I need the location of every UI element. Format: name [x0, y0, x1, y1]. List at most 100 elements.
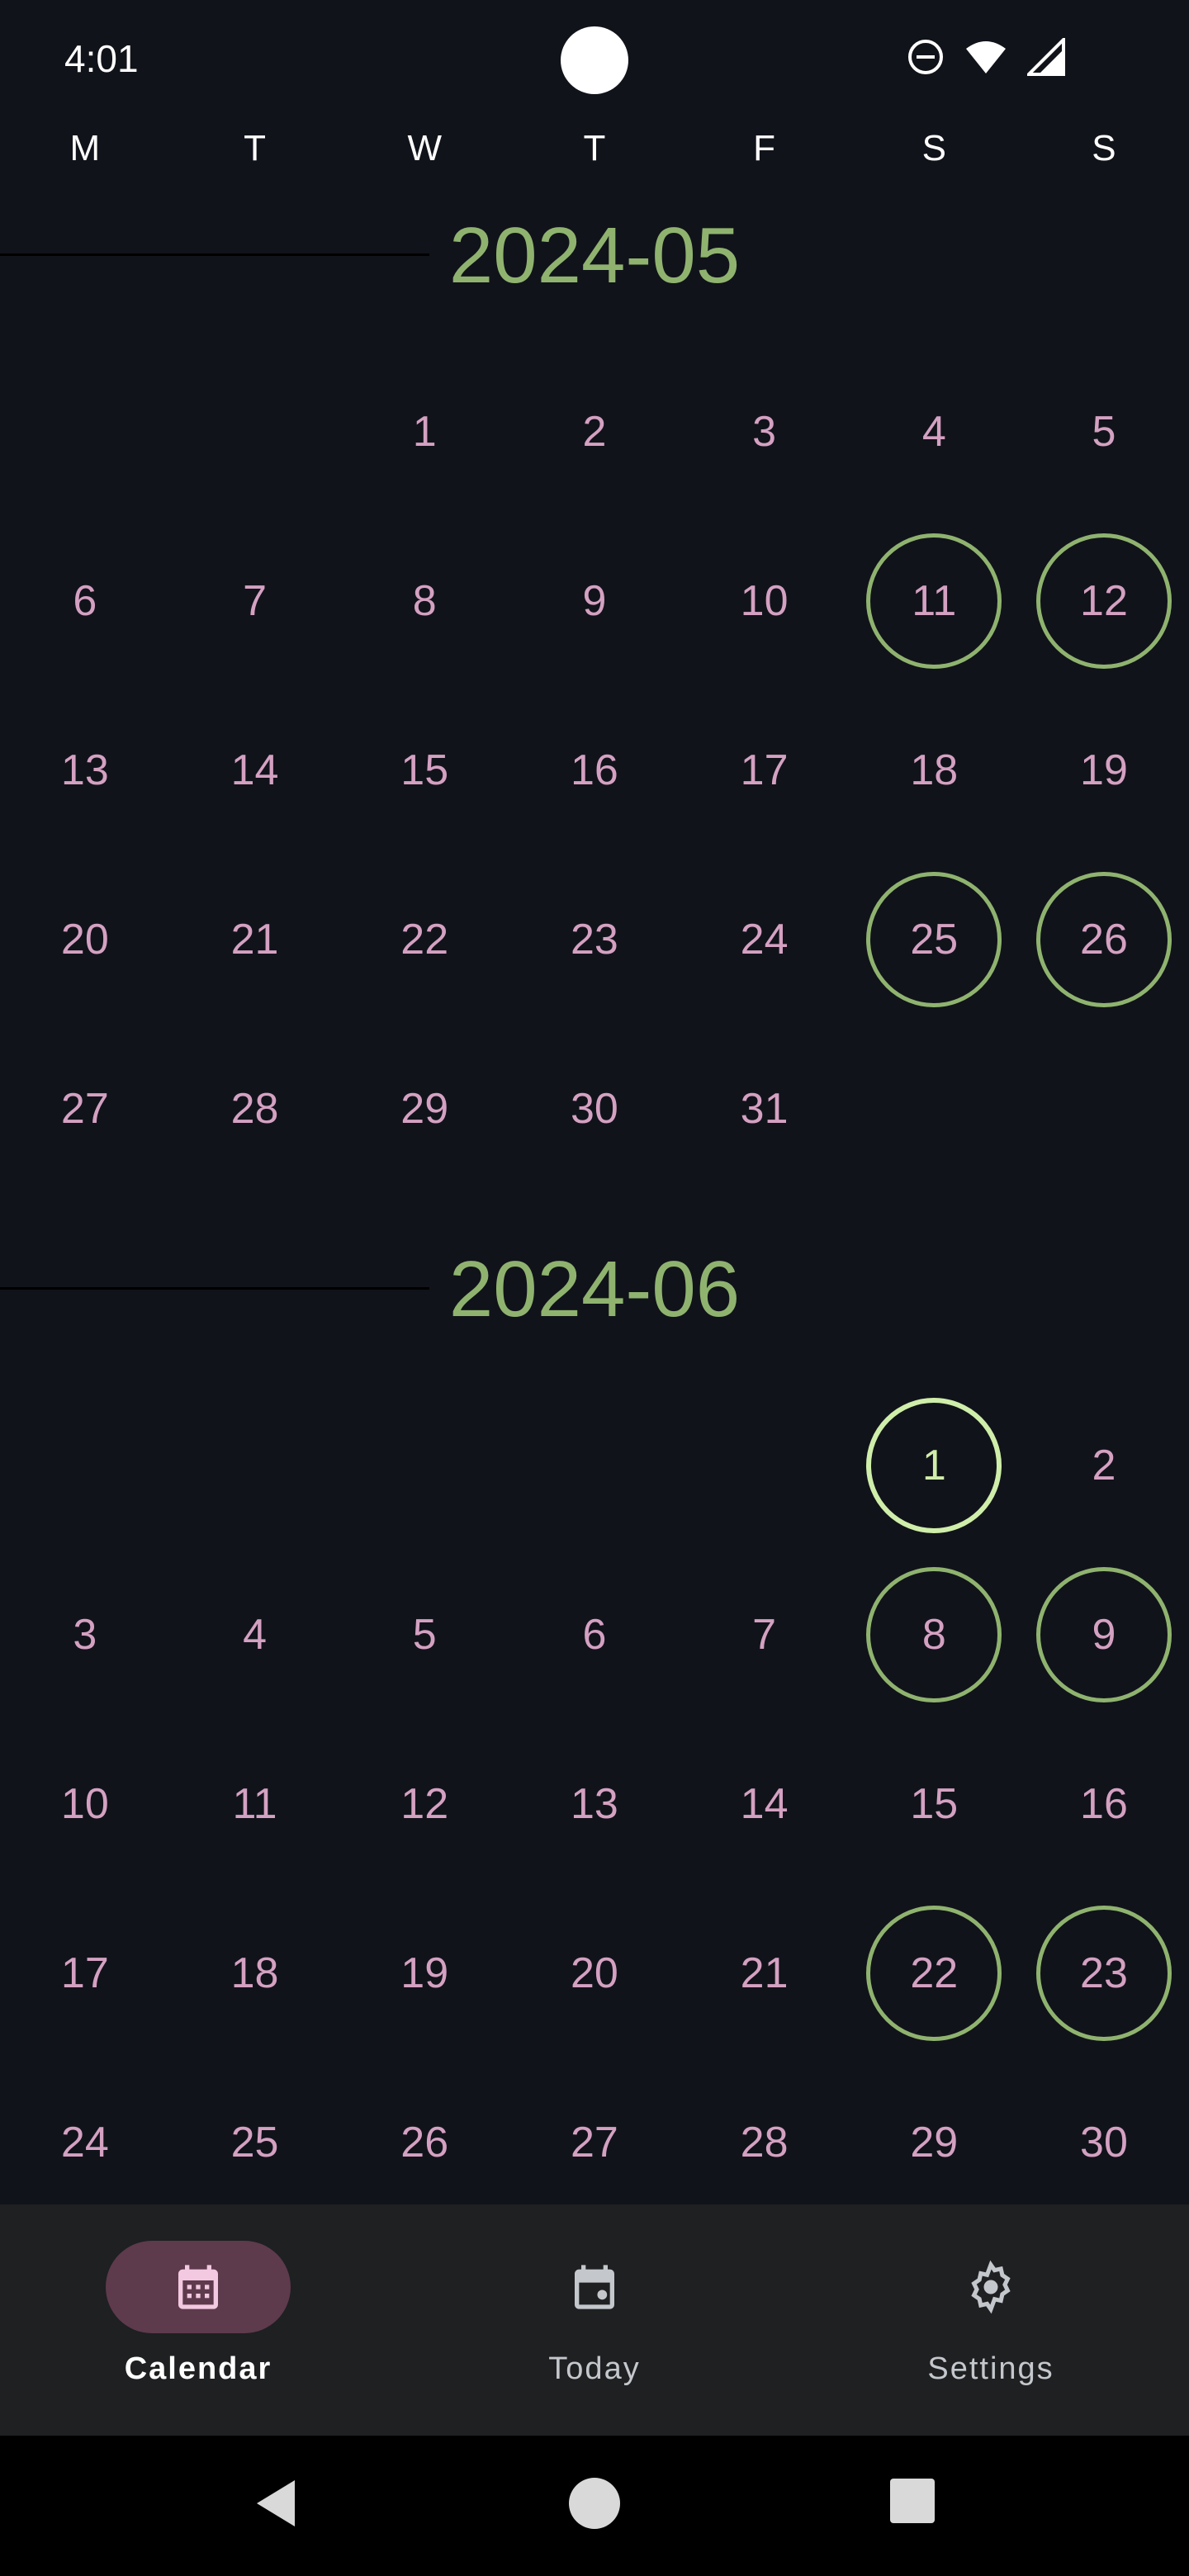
day-cell[interactable]: 27: [0, 1024, 170, 1193]
gear-icon: [971, 2260, 1011, 2314]
day-number: 25: [230, 2118, 279, 2166]
day-cell-marked[interactable]: 22: [849, 1888, 1019, 2057]
day-cell-marked[interactable]: 26: [1019, 855, 1189, 1024]
day-number: 7: [243, 576, 267, 625]
day-cell[interactable]: 2: [509, 347, 680, 516]
day-cell-marked[interactable]: 12: [1019, 516, 1189, 685]
day-cell[interactable]: 9: [509, 516, 680, 685]
system-nav-bar: [0, 2436, 1189, 2576]
day-number: 11: [866, 533, 1002, 669]
day-cell[interactable]: 10: [0, 1719, 170, 1888]
day-number: 6: [582, 1610, 607, 1659]
month-title: 2024-05: [448, 211, 741, 300]
day-cell[interactable]: 31: [680, 1024, 850, 1193]
day-cell-marked[interactable]: 11: [849, 516, 1019, 685]
day-cell-marked[interactable]: 8: [849, 1550, 1019, 1719]
day-number: 21: [740, 1949, 789, 1997]
day-number: 5: [412, 1610, 437, 1659]
day-cell[interactable]: 26: [339, 2057, 509, 2227]
day-number: 16: [1080, 1779, 1128, 1828]
day-cell[interactable]: 5: [1019, 347, 1189, 516]
day-cell[interactable]: 17: [0, 1888, 170, 2057]
day-cell[interactable]: 21: [170, 855, 340, 1024]
day-cell-marked[interactable]: 23: [1019, 1888, 1189, 2057]
day-cell[interactable]: 17: [680, 685, 850, 855]
day-number: 3: [752, 407, 777, 456]
day-cell[interactable]: 14: [680, 1719, 850, 1888]
day-number: 14: [230, 746, 279, 794]
day-cell[interactable]: 30: [509, 1024, 680, 1193]
day-cell[interactable]: 29: [339, 1024, 509, 1193]
day-cell[interactable]: 28: [680, 2057, 850, 2227]
month-section: 2024-06 1 2 3 4 5 6 7 8 9 10 11 12 13 14 15 16 17 18 19 20 2…: [0, 1232, 1189, 2227]
day-number: 31: [740, 1084, 789, 1133]
day-cell[interactable]: 19: [339, 1888, 509, 2057]
day-number: 15: [910, 1779, 959, 1828]
day-number: 24: [740, 915, 789, 964]
day-cell[interactable]: 20: [0, 855, 170, 1024]
day-cell[interactable]: 3: [680, 347, 850, 516]
day-cell[interactable]: 4: [849, 347, 1019, 516]
day-cell-marked[interactable]: 9: [1019, 1550, 1189, 1719]
day-cell[interactable]: 29: [849, 2057, 1019, 2227]
day-number: 18: [230, 1949, 279, 1997]
day-cell[interactable]: 13: [509, 1719, 680, 1888]
day-cell[interactable]: 23: [509, 855, 680, 1024]
nav-label: Calendar: [124, 2351, 272, 2386]
day-cell[interactable]: 7: [680, 1550, 850, 1719]
day-blank: [339, 1380, 509, 1550]
day-cell[interactable]: 8: [339, 516, 509, 685]
day-cell[interactable]: 6: [509, 1550, 680, 1719]
month-header: 2024-06: [0, 1232, 1189, 1380]
weekday-label: S: [921, 128, 946, 168]
day-cell[interactable]: 16: [509, 685, 680, 855]
day-cell[interactable]: 6: [0, 516, 170, 685]
day-cell[interactable]: 22: [339, 855, 509, 1024]
nav-item-calendar[interactable]: Calendar: [0, 2204, 396, 2436]
nav-item-settings[interactable]: Settings: [793, 2204, 1189, 2436]
day-cell[interactable]: 21: [680, 1888, 850, 2057]
day-cell[interactable]: 15: [849, 1719, 1019, 1888]
day-cell[interactable]: 1: [339, 347, 509, 516]
recents-icon[interactable]: [888, 2477, 936, 2525]
day-cell[interactable]: 10: [680, 516, 850, 685]
day-cell[interactable]: 13: [0, 685, 170, 855]
day-number: 10: [60, 1779, 109, 1828]
camera-cutout: [561, 26, 628, 94]
home-icon[interactable]: [568, 2477, 621, 2530]
day-cell[interactable]: 5: [339, 1550, 509, 1719]
day-cell[interactable]: 28: [170, 1024, 340, 1193]
day-cell[interactable]: 15: [339, 685, 509, 855]
day-number: 4: [921, 407, 946, 456]
day-number: 4: [243, 1610, 267, 1659]
day-cell-today[interactable]: 1: [849, 1380, 1019, 1550]
day-cell[interactable]: 20: [509, 1888, 680, 2057]
day-cell[interactable]: 12: [339, 1719, 509, 1888]
day-cell[interactable]: 19: [1019, 685, 1189, 855]
month-section: 2024-05 1 2 3 4 5 6 7 8 9 10 11 12 13 14 15 16 17 18 19 20 2…: [0, 198, 1189, 1193]
day-number: 3: [73, 1610, 97, 1659]
day-cell[interactable]: 30: [1019, 2057, 1189, 2227]
day-number: 27: [570, 2118, 618, 2166]
day-cell[interactable]: 18: [849, 685, 1019, 855]
day-cell[interactable]: 3: [0, 1550, 170, 1719]
day-cell[interactable]: 24: [0, 2057, 170, 2227]
day-cell[interactable]: 16: [1019, 1719, 1189, 1888]
day-cell[interactable]: 27: [509, 2057, 680, 2227]
day-cell[interactable]: 25: [170, 2057, 340, 2227]
day-number: 18: [910, 746, 959, 794]
status-time: 4:01: [64, 37, 139, 80]
day-cell-marked[interactable]: 25: [849, 855, 1019, 1024]
day-cell[interactable]: 14: [170, 685, 340, 855]
day-cell[interactable]: 4: [170, 1550, 340, 1719]
day-number: 9: [1035, 1566, 1172, 1702]
day-cell[interactable]: 24: [680, 855, 850, 1024]
day-number: 1: [412, 407, 437, 456]
day-cell[interactable]: 7: [170, 516, 340, 685]
day-cell[interactable]: 11: [170, 1719, 340, 1888]
day-cell[interactable]: 2: [1019, 1380, 1189, 1550]
day-cell[interactable]: 18: [170, 1888, 340, 2057]
back-icon[interactable]: [252, 2477, 301, 2530]
nav-item-today[interactable]: Today: [396, 2204, 793, 2436]
weekday-label: T: [583, 128, 606, 168]
